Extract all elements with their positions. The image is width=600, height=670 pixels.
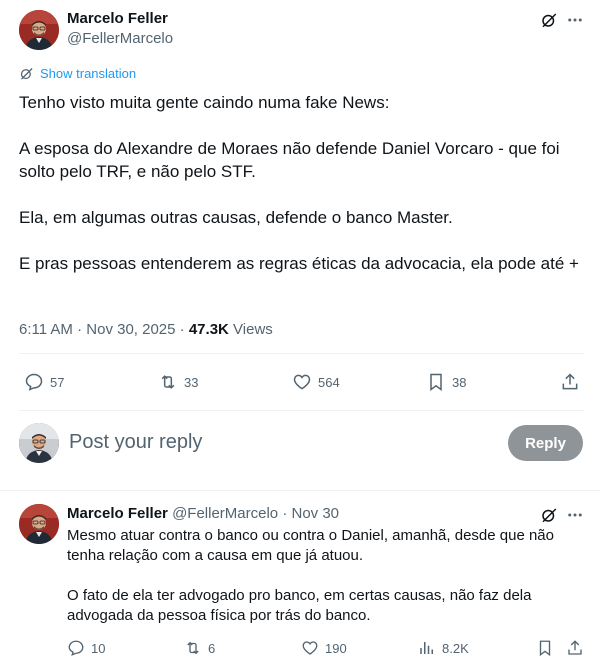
tweet-paragraph: Ela, em algumas outras causas, defende o… — [19, 208, 453, 227]
grok-icon[interactable] — [538, 504, 560, 526]
views-count: 47.3K — [188, 321, 229, 338]
tweet-date[interactable]: Nov 30, 2025 — [86, 321, 175, 338]
reply-bookmark-button[interactable] — [536, 639, 560, 657]
reply-reply-count: 10 — [91, 640, 106, 656]
views-icon — [418, 639, 442, 657]
reply-icon — [67, 639, 91, 657]
tweet-meta: 6:11 AM · Nov 30, 2025 · 47.3K Views — [19, 321, 273, 338]
bookmark-icon — [426, 372, 452, 392]
divider — [19, 410, 584, 411]
more-icon[interactable] — [564, 9, 586, 31]
reply-views-count: 8.2K — [442, 640, 469, 656]
divider — [19, 353, 584, 354]
reply-input[interactable]: Post your reply — [69, 431, 202, 454]
show-translation-label[interactable]: Show translation — [40, 66, 136, 81]
tweet-paragraph: A esposa do Alexandre de Moraes não defe… — [19, 139, 560, 181]
reply-paragraph: Mesmo atuar contra o banco ou contra o D… — [67, 527, 554, 564]
reply-author-avatar[interactable] — [19, 504, 59, 544]
views-label: Views — [233, 321, 273, 338]
repost-icon — [184, 639, 208, 657]
share-icon — [560, 372, 586, 392]
author-avatar[interactable] — [19, 10, 59, 50]
reply-icon — [24, 372, 50, 392]
reply-author-handle[interactable]: @FellerMarcelo — [172, 505, 278, 522]
like-count: 564 — [318, 374, 340, 390]
meta-separator: · — [179, 321, 189, 338]
reply-button[interactable]: 57 — [24, 372, 64, 392]
reply-count: 57 — [50, 374, 65, 390]
like-button[interactable]: 564 — [292, 372, 340, 392]
reply-date[interactable]: Nov 30 — [292, 505, 340, 522]
meta-separator: · — [77, 321, 87, 338]
tweet-paragraph: Tenho visto muita gente caindo numa fake… — [19, 93, 390, 112]
repost-button[interactable]: 33 — [158, 372, 198, 392]
reply-author-name[interactable]: Marcelo Feller — [67, 505, 168, 522]
divider — [0, 490, 600, 491]
reply-header: Marcelo Feller @FellerMarcelo · Nov 30 — [67, 505, 339, 522]
reply-share-button[interactable] — [566, 639, 590, 657]
more-icon[interactable] — [564, 504, 586, 526]
reply-like-count: 190 — [325, 640, 347, 656]
repost-count: 33 — [184, 374, 199, 390]
tweet-time[interactable]: 6:11 AM — [19, 321, 73, 338]
bookmark-icon — [536, 639, 560, 657]
bookmark-button[interactable]: 38 — [426, 372, 466, 392]
tweet-text: Tenho visto muita gente caindo numa fake… — [19, 91, 584, 275]
share-button[interactable] — [560, 372, 586, 392]
reply-paragraph: O fato de ela ter advogado pro banco, em… — [67, 587, 532, 624]
reply-repost-count: 6 — [208, 640, 216, 656]
reply-reply-button[interactable]: 10 — [67, 639, 105, 657]
bookmark-count: 38 — [452, 374, 467, 390]
translate-icon — [19, 66, 34, 81]
grok-icon[interactable] — [538, 9, 560, 31]
repost-icon — [158, 372, 184, 392]
tweet-paragraph: E pras pessoas entenderem as regras étic… — [19, 254, 579, 273]
reply-separator: · — [282, 505, 288, 522]
like-icon — [292, 372, 318, 392]
author-handle[interactable]: @FellerMarcelo — [67, 30, 173, 47]
reply-views-button[interactable]: 8.2K — [418, 639, 469, 657]
share-icon — [566, 639, 590, 657]
reply-like-button[interactable]: 190 — [301, 639, 347, 657]
reply-repost-button[interactable]: 6 — [184, 639, 215, 657]
reply-text: Mesmo atuar contra o banco ou contra o D… — [67, 526, 582, 626]
reply-submit-button[interactable]: Reply — [508, 425, 583, 461]
composer-avatar[interactable] — [19, 423, 59, 463]
show-translation-link[interactable]: Show translation — [19, 66, 136, 81]
author-name[interactable]: Marcelo Feller — [67, 10, 168, 27]
like-icon — [301, 639, 325, 657]
